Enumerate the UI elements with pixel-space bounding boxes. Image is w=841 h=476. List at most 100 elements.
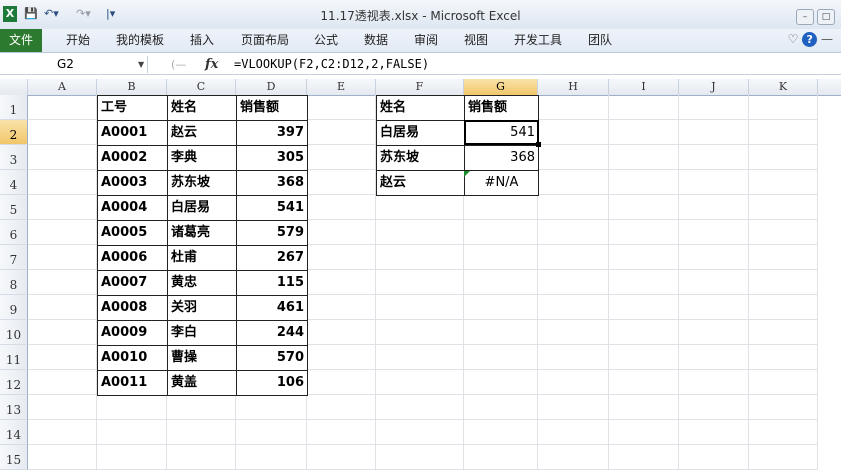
grid-cell[interactable] — [464, 195, 538, 220]
grid-cell[interactable] — [307, 220, 376, 245]
table1-cell[interactable]: 570 — [236, 345, 308, 371]
ribbon-options-icon[interactable]: — — [821, 32, 833, 46]
grid-cell[interactable] — [97, 395, 167, 420]
error-indicator-icon[interactable] — [464, 171, 470, 177]
grid-cell[interactable] — [376, 420, 464, 445]
grid-cell[interactable] — [464, 370, 538, 395]
grid-cell[interactable] — [97, 445, 167, 470]
table1-cell[interactable]: 诸葛亮 — [167, 220, 237, 246]
table2-cell[interactable]: 苏东坡 — [376, 145, 465, 171]
table1-cell[interactable]: A0001 — [97, 120, 168, 146]
grid-cell[interactable] — [307, 395, 376, 420]
grid-cell[interactable] — [749, 395, 818, 420]
grid-cell[interactable] — [609, 220, 679, 245]
table1-cell[interactable]: 579 — [236, 220, 308, 246]
grid-cell[interactable] — [749, 445, 818, 470]
grid-cell[interactable] — [464, 445, 538, 470]
grid-cell[interactable] — [609, 120, 679, 145]
grid-cell[interactable] — [679, 320, 749, 345]
grid-cell[interactable] — [236, 420, 307, 445]
table1-cell[interactable]: A0006 — [97, 245, 168, 271]
column-header-k[interactable]: K — [749, 79, 818, 95]
row-header-8[interactable]: 8 — [0, 270, 28, 295]
fill-handle[interactable] — [536, 142, 541, 147]
grid-cell[interactable] — [376, 295, 464, 320]
row-header-5[interactable]: 5 — [0, 195, 28, 220]
grid-cell[interactable] — [307, 145, 376, 170]
table1-cell[interactable]: 115 — [236, 270, 308, 296]
grid-cell[interactable] — [307, 445, 376, 470]
column-header-b[interactable]: B — [97, 79, 167, 95]
grid-cell[interactable] — [679, 270, 749, 295]
grid-cell[interactable] — [307, 95, 376, 120]
grid-cell[interactable] — [749, 245, 818, 270]
grid-cell[interactable] — [679, 370, 749, 395]
grid-cell[interactable] — [679, 395, 749, 420]
table1-cell[interactable]: 368 — [236, 170, 308, 196]
grid-cell[interactable] — [28, 145, 97, 170]
grid-cell[interactable] — [679, 245, 749, 270]
table2-cell[interactable]: 368 — [464, 145, 539, 171]
table1-cell[interactable]: 曹操 — [167, 345, 237, 371]
row-header-2[interactable]: 2 — [0, 120, 28, 145]
table2-cell[interactable]: #N/A — [464, 170, 539, 196]
grid-cell[interactable] — [609, 395, 679, 420]
table1-cell[interactable]: 461 — [236, 295, 308, 321]
grid-cell[interactable] — [679, 345, 749, 370]
grid-cell[interactable] — [307, 295, 376, 320]
grid-cell[interactable] — [167, 395, 236, 420]
table2-header[interactable]: 销售额 — [464, 95, 539, 121]
table2-header[interactable]: 姓名 — [376, 95, 465, 121]
grid-cell[interactable] — [376, 345, 464, 370]
grid-cell[interactable] — [307, 370, 376, 395]
grid-cell[interactable] — [538, 295, 609, 320]
grid-cell[interactable] — [538, 145, 609, 170]
grid-cell[interactable] — [28, 420, 97, 445]
grid-cell[interactable] — [28, 245, 97, 270]
table1-cell[interactable]: 杜甫 — [167, 245, 237, 271]
table1-cell[interactable]: 关羽 — [167, 295, 237, 321]
row-header-12[interactable]: 12 — [0, 370, 28, 395]
grid-cell[interactable] — [609, 270, 679, 295]
grid-cell[interactable] — [749, 95, 818, 120]
grid-cell[interactable] — [679, 195, 749, 220]
grid-cell[interactable] — [307, 170, 376, 195]
table1-cell[interactable]: 305 — [236, 145, 308, 171]
grid-cell[interactable] — [464, 220, 538, 245]
grid-cell[interactable] — [679, 420, 749, 445]
table1-cell[interactable]: 苏东坡 — [167, 170, 237, 196]
grid-cell[interactable] — [538, 395, 609, 420]
grid-cell[interactable] — [376, 395, 464, 420]
grid-cell[interactable] — [538, 345, 609, 370]
grid-cell[interactable] — [538, 420, 609, 445]
tab-team[interactable]: 团队 — [588, 29, 612, 52]
grid-cell[interactable] — [679, 145, 749, 170]
grid-cell[interactable] — [28, 295, 97, 320]
grid-cell[interactable] — [609, 145, 679, 170]
grid-cell[interactable] — [28, 195, 97, 220]
chevron-down-icon[interactable]: ▼ — [138, 56, 144, 73]
grid-cell[interactable] — [679, 120, 749, 145]
tab-formulas[interactable]: 公式 — [314, 29, 338, 52]
row-header-6[interactable]: 6 — [0, 220, 28, 245]
row-header-7[interactable]: 7 — [0, 245, 28, 270]
grid-cell[interactable] — [749, 195, 818, 220]
tab-data[interactable]: 数据 — [364, 29, 388, 52]
grid-cell[interactable] — [609, 245, 679, 270]
grid-cell[interactable] — [538, 270, 609, 295]
grid-cell[interactable] — [679, 170, 749, 195]
table1-cell[interactable]: 106 — [236, 370, 308, 396]
grid-cell[interactable] — [376, 445, 464, 470]
grid-cell[interactable] — [679, 445, 749, 470]
row-header-13[interactable]: 13 — [0, 395, 28, 420]
grid-cell[interactable] — [538, 370, 609, 395]
table1-cell[interactable]: 李白 — [167, 320, 237, 346]
grid-cell[interactable] — [376, 370, 464, 395]
grid-cell[interactable] — [167, 420, 236, 445]
insert-function-icon[interactable]: fx — [205, 56, 218, 73]
row-header-1[interactable]: 1 — [0, 95, 28, 120]
table1-cell[interactable]: A0009 — [97, 320, 168, 346]
column-header-f[interactable]: F — [376, 79, 464, 95]
row-header-4[interactable]: 4 — [0, 170, 28, 195]
table2-cell[interactable]: 541 — [464, 120, 539, 146]
